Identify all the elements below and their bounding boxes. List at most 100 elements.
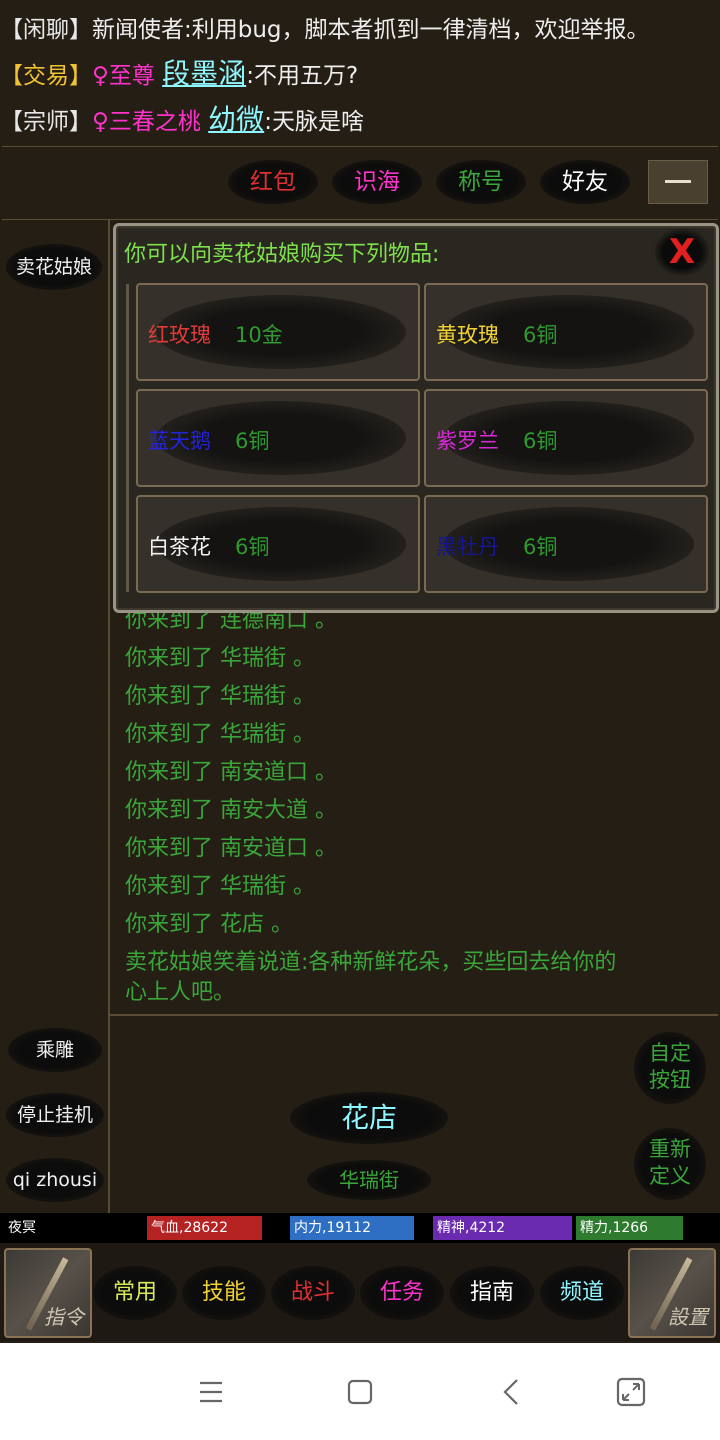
title-button[interactable]: 称号 [436, 160, 526, 204]
gender-icon: ♀ [92, 109, 109, 135]
energy-stat: 精力,1266 [576, 1216, 683, 1240]
title-label: 称号 [458, 169, 504, 195]
log-line: 你来到了 花店 。 [125, 912, 293, 937]
mp-stat: 内力,19112 [290, 1216, 414, 1240]
redefine-button[interactable]: 重新 定义 [634, 1128, 706, 1200]
chat-channel-tag: 【闲聊】 [0, 17, 92, 43]
chat-line: 【交易】♀至尊 段墨涵:不用五万? [0, 52, 358, 96]
tab-label: 指南 [469, 1280, 514, 1305]
menu-icon[interactable] [191, 1372, 231, 1412]
tab-label: 任务 [379, 1280, 424, 1305]
redefine-button-label: 定义 [649, 1164, 691, 1188]
chat-message: 天脉是啥 [271, 109, 364, 135]
current-location: 花店 [290, 1092, 448, 1144]
tab-skills[interactable]: 技能 [182, 1266, 266, 1320]
player-name: 夜冥 [8, 1220, 36, 1236]
exit-location-button[interactable]: 华瑞街 [307, 1160, 431, 1200]
item-name: 蓝天鹅 [148, 429, 211, 453]
exit-location-label: 华瑞街 [339, 1168, 399, 1192]
location-name: 花店 [340, 1101, 397, 1134]
npc-label: 卖花姑娘 [15, 256, 92, 278]
shop-item[interactable]: 白茶花 6铜 [136, 495, 420, 593]
shop-item[interactable]: 紫罗兰 6铜 [424, 389, 708, 487]
item-name: 黑牡丹 [436, 535, 499, 559]
chat-line: 【闲聊】新闻使者:利用bug，脚本者抓到一律清档，欢迎举报。 [0, 8, 650, 52]
red-packet-button[interactable]: 红包 [228, 160, 318, 204]
collapse-button[interactable] [648, 160, 708, 204]
tab-quests[interactable]: 任务 [360, 1266, 444, 1320]
log-line: 你来到了 南安大道 。 [125, 798, 337, 823]
log-line: 你来到了 华瑞街 。 [125, 646, 315, 671]
stop-idle-label: 停止挂机 [16, 1104, 93, 1126]
log-line: 你来到了 华瑞街 。 [125, 722, 315, 747]
command-label: 指令 [44, 1305, 84, 1329]
rotate-icon[interactable] [611, 1372, 651, 1412]
chat-title: 至尊 [108, 63, 155, 89]
item-name: 黄玫瑰 [436, 323, 499, 347]
item-price: 10金 [235, 323, 283, 347]
shop-item[interactable]: 黄玫瑰 6铜 [424, 283, 708, 381]
tab-label: 战斗 [290, 1280, 335, 1305]
sea-of-knowledge-button[interactable]: 识海 [332, 160, 422, 204]
log-line: 心上人吧。 [125, 980, 236, 1005]
stop-idle-button[interactable]: 停止挂机 [6, 1093, 104, 1137]
ride-eagle-label: 乘雕 [35, 1039, 74, 1061]
npc-flower-girl-button[interactable]: 卖花姑娘 [6, 244, 102, 290]
item-name: 白茶花 [148, 535, 211, 559]
close-button[interactable]: X [655, 229, 709, 275]
tab-common[interactable]: 常用 [93, 1266, 177, 1320]
shop-item[interactable]: 红玫瑰 10金 [136, 283, 420, 381]
player-target-label: qi zhousi [12, 1169, 98, 1191]
spirit-stat: 精神,4212 [433, 1216, 572, 1240]
hp-stat: 气血,28622 [147, 1216, 262, 1240]
chat-title: 三春之桃 [108, 109, 201, 135]
back-icon[interactable] [492, 1372, 532, 1412]
scrollbar[interactable] [126, 284, 129, 592]
chat-separator: : [246, 63, 254, 89]
custom-button[interactable]: 自定 按钮 [634, 1032, 706, 1104]
custom-button-label: 自定 [649, 1041, 691, 1065]
chat-sender[interactable]: 段墨涵 [162, 57, 246, 90]
redefine-button-label: 重新 [649, 1137, 691, 1161]
chat-channel-tag: 【宗师】 [0, 109, 92, 135]
settings-button[interactable]: 設置 [628, 1248, 716, 1338]
log-line: 你来到了 华瑞街 。 [125, 684, 315, 709]
sea-of-knowledge-label: 识海 [354, 169, 400, 195]
item-name: 紫罗兰 [436, 429, 499, 453]
shop-item[interactable]: 蓝天鹅 6铜 [136, 389, 420, 487]
close-icon: X [668, 232, 696, 272]
chat-message: 利用bug，脚本者抓到一律清档，欢迎举报。 [191, 17, 650, 43]
chat-sender[interactable]: 幼微 [208, 103, 264, 136]
log-line: 你来到了 华瑞街 。 [125, 874, 315, 899]
tab-label: 技能 [201, 1280, 246, 1305]
red-packet-label: 红包 [250, 169, 296, 195]
friends-button[interactable]: 好友 [540, 160, 630, 204]
divider [110, 1014, 718, 1016]
minus-icon [665, 180, 691, 183]
chat-message: 不用五万? [253, 63, 359, 89]
log-line: 卖花姑娘笑着说道:各种新鲜花朵，买些回去给你的 [125, 950, 617, 975]
chat-channel-tag: 【交易】 [0, 63, 92, 89]
shop-item[interactable]: 黑牡丹 6铜 [424, 495, 708, 593]
item-price: 6铜 [523, 323, 558, 347]
tab-battle[interactable]: 战斗 [271, 1266, 355, 1320]
player-target-button[interactable]: qi zhousi [6, 1158, 104, 1202]
command-button[interactable]: 指令 [4, 1248, 92, 1338]
item-price: 6铜 [523, 535, 558, 559]
custom-button-label: 按钮 [649, 1068, 691, 1092]
tab-guide[interactable]: 指南 [450, 1266, 534, 1320]
item-price: 6铜 [523, 429, 558, 453]
item-name: 红玫瑰 [148, 323, 211, 347]
gender-icon: ♀ [92, 63, 109, 89]
shop-dialog-title: 你可以向卖花姑娘购买下列物品: [124, 242, 440, 267]
chat-separator: : [264, 109, 272, 135]
tab-label: 常用 [112, 1280, 157, 1305]
tab-channel[interactable]: 频道 [540, 1266, 624, 1320]
item-price: 6铜 [235, 429, 270, 453]
ride-eagle-button[interactable]: 乘雕 [8, 1028, 102, 1072]
chat-line: 【宗师】♀三春之桃 幼微:天脉是啥 [0, 98, 364, 142]
chat-separator: : [184, 17, 192, 43]
tab-label: 频道 [559, 1280, 604, 1305]
home-icon[interactable] [340, 1372, 380, 1412]
chat-sender[interactable]: 新闻使者 [92, 17, 184, 43]
